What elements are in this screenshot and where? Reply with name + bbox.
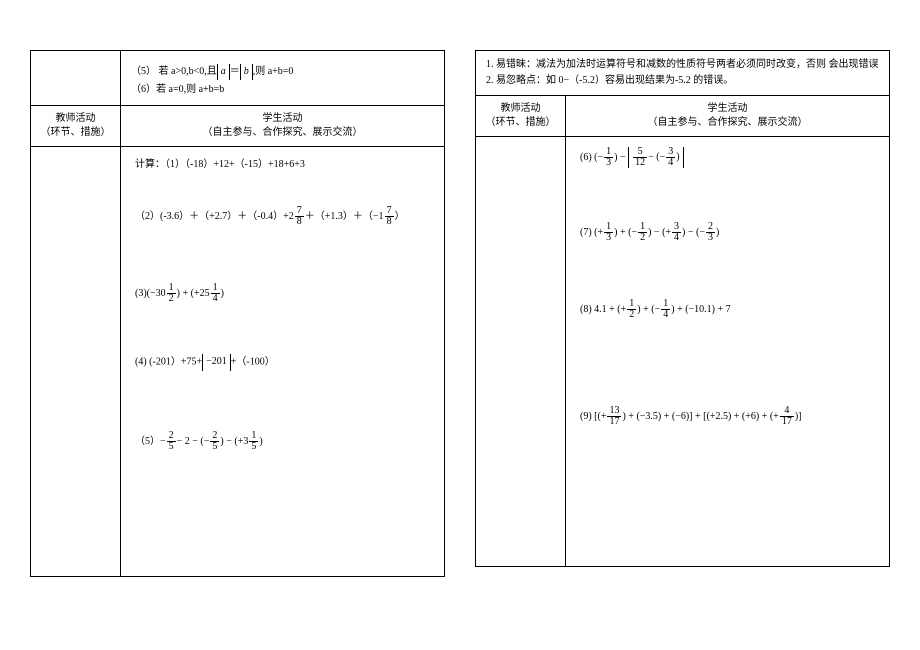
left-top-content: （5） 若 a>0,b<0,且a＝b,则 a+b=0 （6）若 a=0,则 a+… (121, 51, 445, 106)
student-header-r: 学生活动 （自主参与、合作探究、展示交流） (566, 96, 890, 137)
left-table: （5） 若 a>0,b<0,且a＝b,则 a+b=0 （6）若 a=0,则 a+… (30, 50, 445, 577)
right-top-row: 1. 易错昧：减法为加法时运算符号和减数的性质符号两者必须同时改变，否则 会出现… (476, 51, 890, 96)
problem-7: (7) (+13) + (−12) − (+34) − (−23) (580, 222, 875, 243)
left-top-empty (31, 51, 121, 106)
teacher-content-r (476, 137, 566, 567)
right-page: 1. 易错昧：减法为加法时运算符号和减数的性质符号两者必须同时改变，否则 会出现… (475, 50, 890, 577)
right-content-row: (6) (−13) − 512− (−34) (7) (+13) + (−12)… (476, 137, 890, 567)
problem-5: （5）−25− 2 − (−25) − (+315) (135, 431, 430, 452)
left-page: （5） 若 a>0,b<0,且a＝b,则 a+b=0 （6）若 a=0,则 a+… (30, 50, 445, 577)
left-top-row: （5） 若 a>0,b<0,且a＝b,则 a+b=0 （6）若 a=0,则 a+… (31, 51, 445, 106)
note-2: 2. 易忽略点：如 0−（-5.2）容易出现结果为-5.2 的错误。 (486, 73, 879, 89)
rule-6: （6）若 a=0,则 a+b=b (131, 81, 434, 99)
problem-3: (3)(−3012) + (+2514) (135, 283, 430, 304)
right-header-row: 教师活动 （环节、措施） 学生活动 （自主参与、合作探究、展示交流） (476, 96, 890, 137)
teacher-header: 教师活动 （环节、措施） (31, 106, 121, 147)
left-content-row: 计算：（1）（-18）+12+（-15）+18+6+3 （2）(-3.6）＋（+… (31, 147, 445, 577)
teacher-content (31, 147, 121, 577)
problem-2: （2）(-3.6）＋（+2.7）＋（-0.4）+278＋（+1.3）＋（−178… (135, 206, 430, 227)
problem-9: (9) [(+1317) + (−3.5) + (−6)] + [(+2.5) … (580, 406, 875, 427)
note-1: 1. 易错昧：减法为加法时运算符号和减数的性质符号两者必须同时改变，否则 会出现… (486, 57, 879, 73)
problem-6: (6) (−13) − 512− (−34) (580, 147, 875, 168)
student-content-r: (6) (−13) − 512− (−34) (7) (+13) + (−12)… (566, 137, 890, 567)
problem-8: (8) 4.1 + (+12) + (−14) + (−10.1) + 7 (580, 299, 875, 320)
student-header: 学生活动 （自主参与、合作探究、展示交流） (121, 106, 445, 147)
right-table: 1. 易错昧：减法为加法时运算符号和减数的性质符号两者必须同时改变，否则 会出现… (475, 50, 890, 567)
right-top-content: 1. 易错昧：减法为加法时运算符号和减数的性质符号两者必须同时改变，否则 会出现… (476, 51, 890, 96)
problem-4: (4) (-201）+75+−201+（-100） (135, 354, 430, 370)
problem-1: 计算：（1）（-18）+12+（-15）+18+6+3 (135, 157, 430, 172)
rule-5: （5） 若 a>0,b<0,且a＝b,则 a+b=0 (131, 63, 434, 81)
teacher-header-r: 教师活动 （环节、措施） (476, 96, 566, 137)
student-content: 计算：（1）（-18）+12+（-15）+18+6+3 （2）(-3.6）＋（+… (121, 147, 445, 577)
left-header-row: 教师活动 （环节、措施） 学生活动 （自主参与、合作探究、展示交流） (31, 106, 445, 147)
